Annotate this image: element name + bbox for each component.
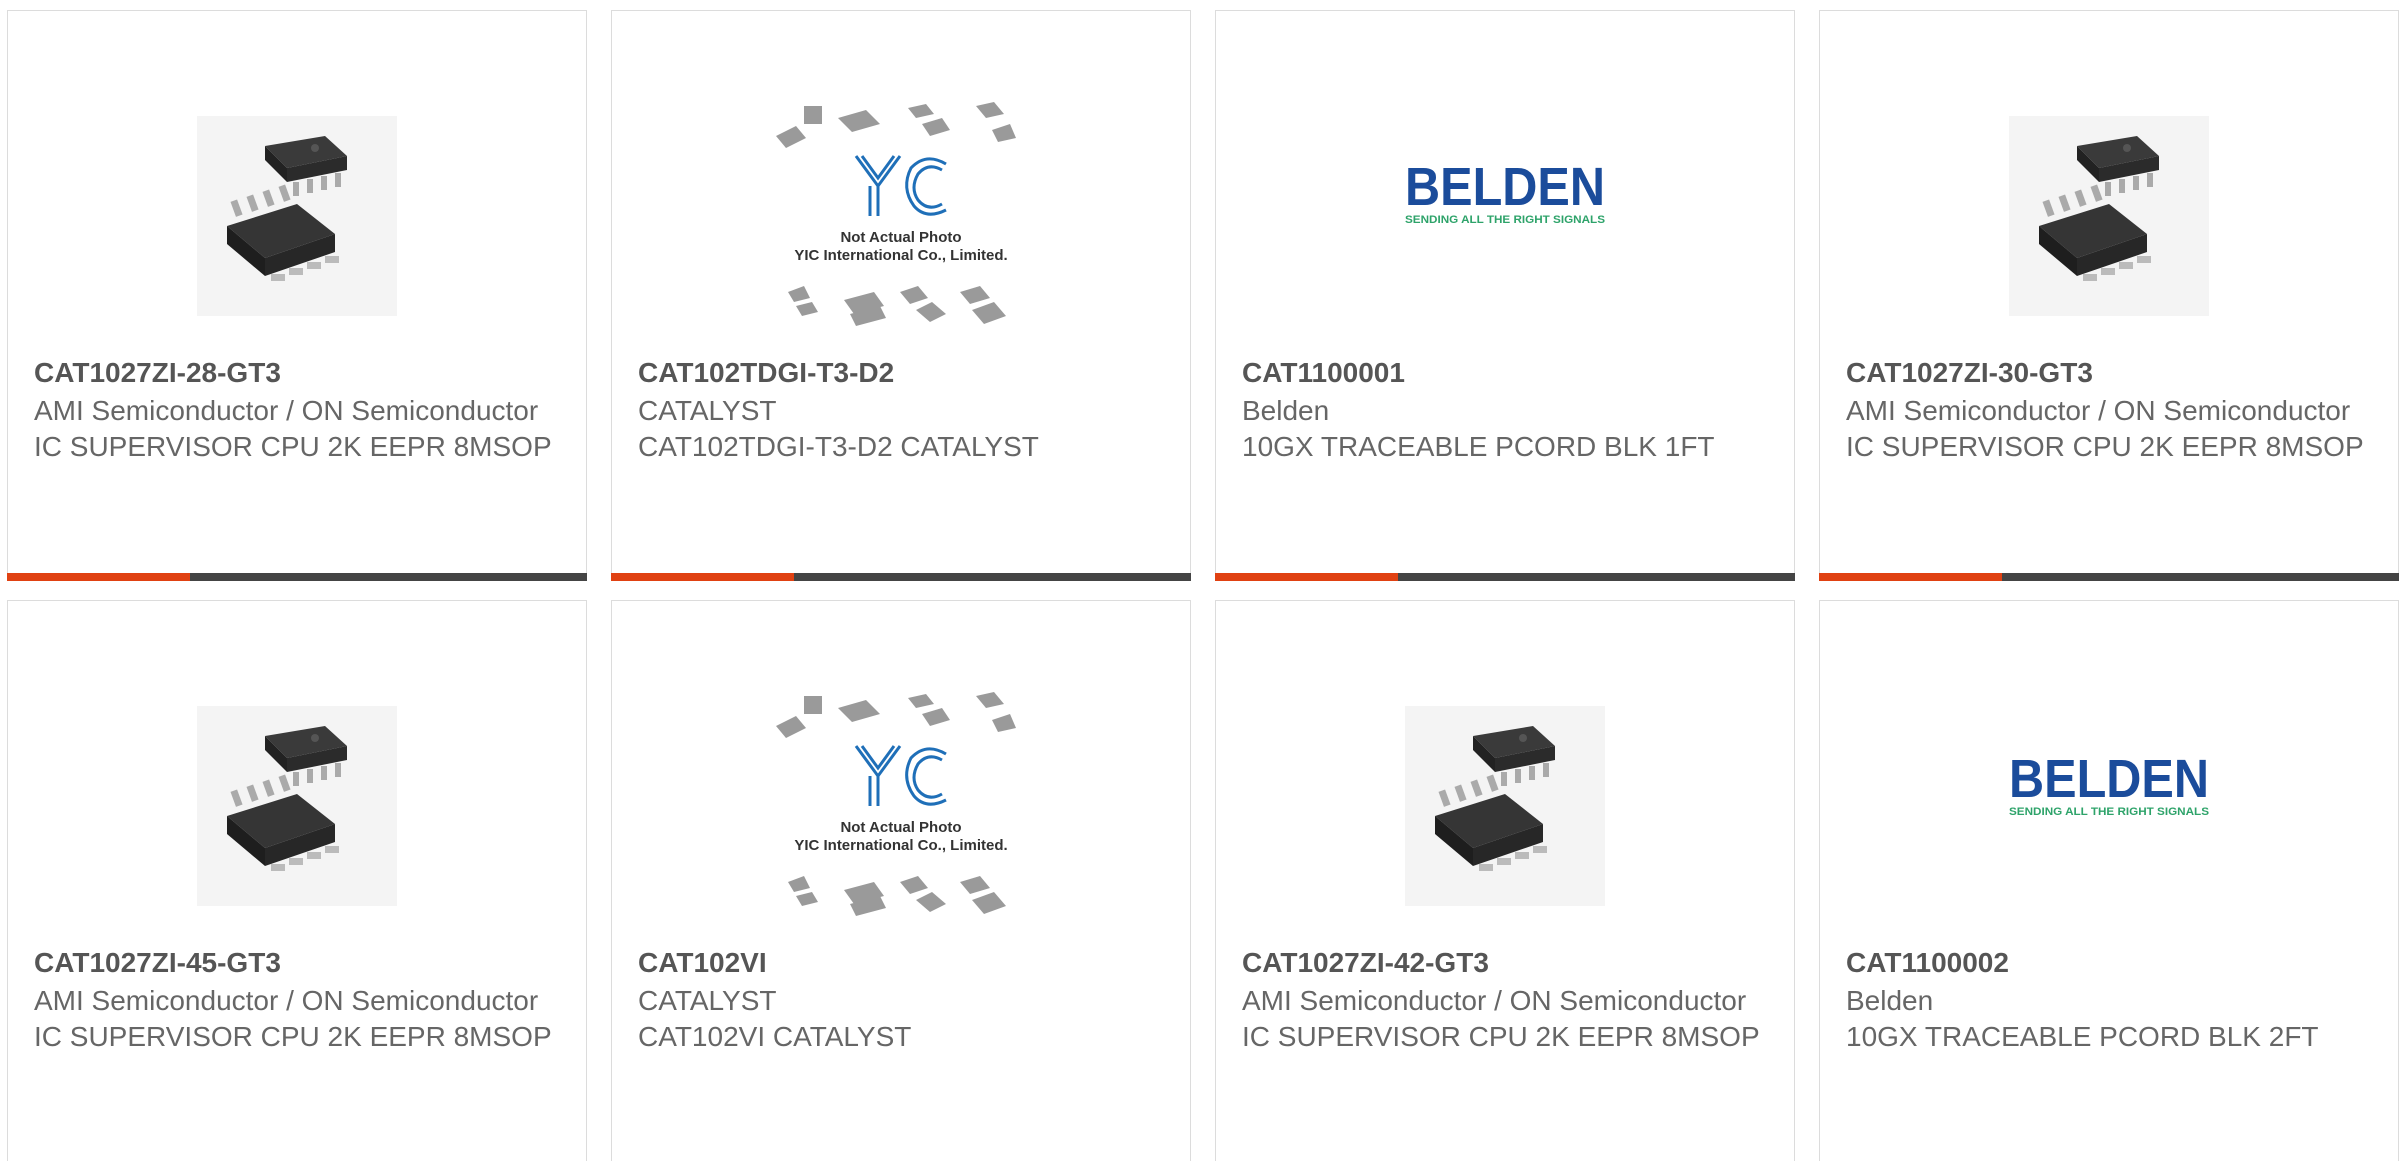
- part-number-link[interactable]: CAT1100001: [1242, 355, 1768, 391]
- manufacturer-label: Belden: [1242, 395, 1330, 426]
- placeholder-line1: Not Actual Photo: [840, 819, 961, 836]
- product-card[interactable]: Not Actual Photo YIC International Co., …: [611, 10, 1191, 581]
- msop-chip-image: [1405, 706, 1605, 906]
- product-card[interactable]: BELDEN SENDING ALL THE RIGHT SIGNALS CAT…: [1215, 10, 1795, 581]
- description-label: CAT102TDGI-T3-D2 CATALYST: [638, 431, 1039, 462]
- product-image[interactable]: BELDEN SENDING ALL THE RIGHT SIGNALS: [1216, 81, 1794, 351]
- product-info: CAT1100001 Belden 10GX TRACEABLE PCORD B…: [1242, 355, 1768, 465]
- belden-brand: BELDEN: [1405, 159, 1605, 217]
- product-info: CAT102VI CATALYST CAT102VI CATALYST: [638, 945, 1164, 1055]
- description-label: IC SUPERVISOR CPU 2K EEPR 8MSOP: [34, 431, 552, 462]
- card-accent-bar: [611, 573, 794, 581]
- product-card[interactable]: CAT1027ZI-42-GT3 AMI Semiconductor / ON …: [1215, 600, 1795, 1161]
- part-number-link[interactable]: CAT102TDGI-T3-D2: [638, 355, 1164, 391]
- card-bottom-bar: [1819, 573, 2399, 581]
- manufacturer-label: AMI Semiconductor / ON Semiconductor: [1846, 395, 2351, 426]
- yic-placeholder-image: Not Actual Photo YIC International Co., …: [776, 102, 1016, 326]
- part-number-link[interactable]: CAT1027ZI-28-GT3: [34, 355, 560, 391]
- card-accent-bar: [7, 573, 190, 581]
- manufacturer-label: AMI Semiconductor / ON Semiconductor: [34, 395, 539, 426]
- description-label: IC SUPERVISOR CPU 2K EEPR 8MSOP: [34, 1021, 552, 1052]
- belden-brand: BELDEN: [2009, 751, 2209, 809]
- part-number-link[interactable]: CAT1027ZI-45-GT3: [34, 945, 560, 981]
- card-bottom-bar: [611, 573, 1191, 581]
- product-grid: CAT1027ZI-28-GT3 AMI Semiconductor / ON …: [0, 0, 2400, 1161]
- part-number-link[interactable]: CAT1100002: [1846, 945, 2372, 981]
- card-accent-bar: [1819, 573, 2002, 581]
- product-info: CAT1027ZI-45-GT3 AMI Semiconductor / ON …: [34, 945, 560, 1055]
- belden-tagline: SENDING ALL THE RIGHT SIGNALS: [1405, 214, 1605, 226]
- product-card[interactable]: Not Actual Photo YIC International Co., …: [611, 600, 1191, 1161]
- manufacturer-label: AMI Semiconductor / ON Semiconductor: [1242, 985, 1747, 1016]
- manufacturer-label: AMI Semiconductor / ON Semiconductor: [34, 985, 539, 1016]
- yic-placeholder-image: Not Actual Photo YIC International Co., …: [776, 692, 1016, 916]
- card-bottom-bar: [1215, 573, 1795, 581]
- product-image[interactable]: Not Actual Photo YIC International Co., …: [612, 81, 1190, 351]
- product-card[interactable]: CAT1027ZI-45-GT3 AMI Semiconductor / ON …: [7, 600, 587, 1161]
- description-label: 10GX TRACEABLE PCORD BLK 2FT: [1846, 1021, 2319, 1052]
- belden-tagline: SENDING ALL THE RIGHT SIGNALS: [2009, 806, 2209, 818]
- product-image[interactable]: BELDEN SENDING ALL THE RIGHT SIGNALS: [1820, 671, 2398, 941]
- product-card[interactable]: CAT1027ZI-28-GT3 AMI Semiconductor / ON …: [7, 10, 587, 581]
- belden-logo-image: BELDEN SENDING ALL THE RIGHT SIGNALS: [1405, 159, 1605, 226]
- description-label: CAT102VI CATALYST: [638, 1021, 912, 1052]
- placeholder-line1: Not Actual Photo: [840, 229, 961, 246]
- product-info: CAT1027ZI-30-GT3 AMI Semiconductor / ON …: [1846, 355, 2372, 465]
- manufacturer-label: CATALYST: [638, 985, 777, 1016]
- product-info: CAT102TDGI-T3-D2 CATALYST CAT102TDGI-T3-…: [638, 355, 1164, 465]
- product-info: CAT1100002 Belden 10GX TRACEABLE PCORD B…: [1846, 945, 2372, 1055]
- product-image[interactable]: [1820, 81, 2398, 351]
- msop-chip-image: [197, 116, 397, 316]
- product-info: CAT1027ZI-42-GT3 AMI Semiconductor / ON …: [1242, 945, 1768, 1055]
- manufacturer-label: CATALYST: [638, 395, 777, 426]
- placeholder-line2: YIC International Co., Limited.: [794, 837, 1007, 854]
- msop-chip-image: [2009, 116, 2209, 316]
- part-number-link[interactable]: CAT1027ZI-42-GT3: [1242, 945, 1768, 981]
- product-image[interactable]: Not Actual Photo YIC International Co., …: [612, 671, 1190, 941]
- card-accent-bar: [1215, 573, 1398, 581]
- belden-logo-image: BELDEN SENDING ALL THE RIGHT SIGNALS: [2009, 751, 2209, 818]
- product-image[interactable]: [8, 671, 586, 941]
- product-info: CAT1027ZI-28-GT3 AMI Semiconductor / ON …: [34, 355, 560, 465]
- placeholder-line2: YIC International Co., Limited.: [794, 247, 1007, 264]
- card-bottom-bar: [7, 573, 587, 581]
- part-number-link[interactable]: CAT1027ZI-30-GT3: [1846, 355, 2372, 391]
- product-image[interactable]: [1216, 671, 1794, 941]
- msop-chip-image: [197, 706, 397, 906]
- description-label: 10GX TRACEABLE PCORD BLK 1FT: [1242, 431, 1715, 462]
- manufacturer-label: Belden: [1846, 985, 1934, 1016]
- description-label: IC SUPERVISOR CPU 2K EEPR 8MSOP: [1846, 431, 2364, 462]
- part-number-link[interactable]: CAT102VI: [638, 945, 1164, 981]
- product-card[interactable]: CAT1027ZI-30-GT3 AMI Semiconductor / ON …: [1819, 10, 2399, 581]
- product-card[interactable]: BELDEN SENDING ALL THE RIGHT SIGNALS CAT…: [1819, 600, 2399, 1161]
- product-image[interactable]: [8, 81, 586, 351]
- description-label: IC SUPERVISOR CPU 2K EEPR 8MSOP: [1242, 1021, 1760, 1052]
